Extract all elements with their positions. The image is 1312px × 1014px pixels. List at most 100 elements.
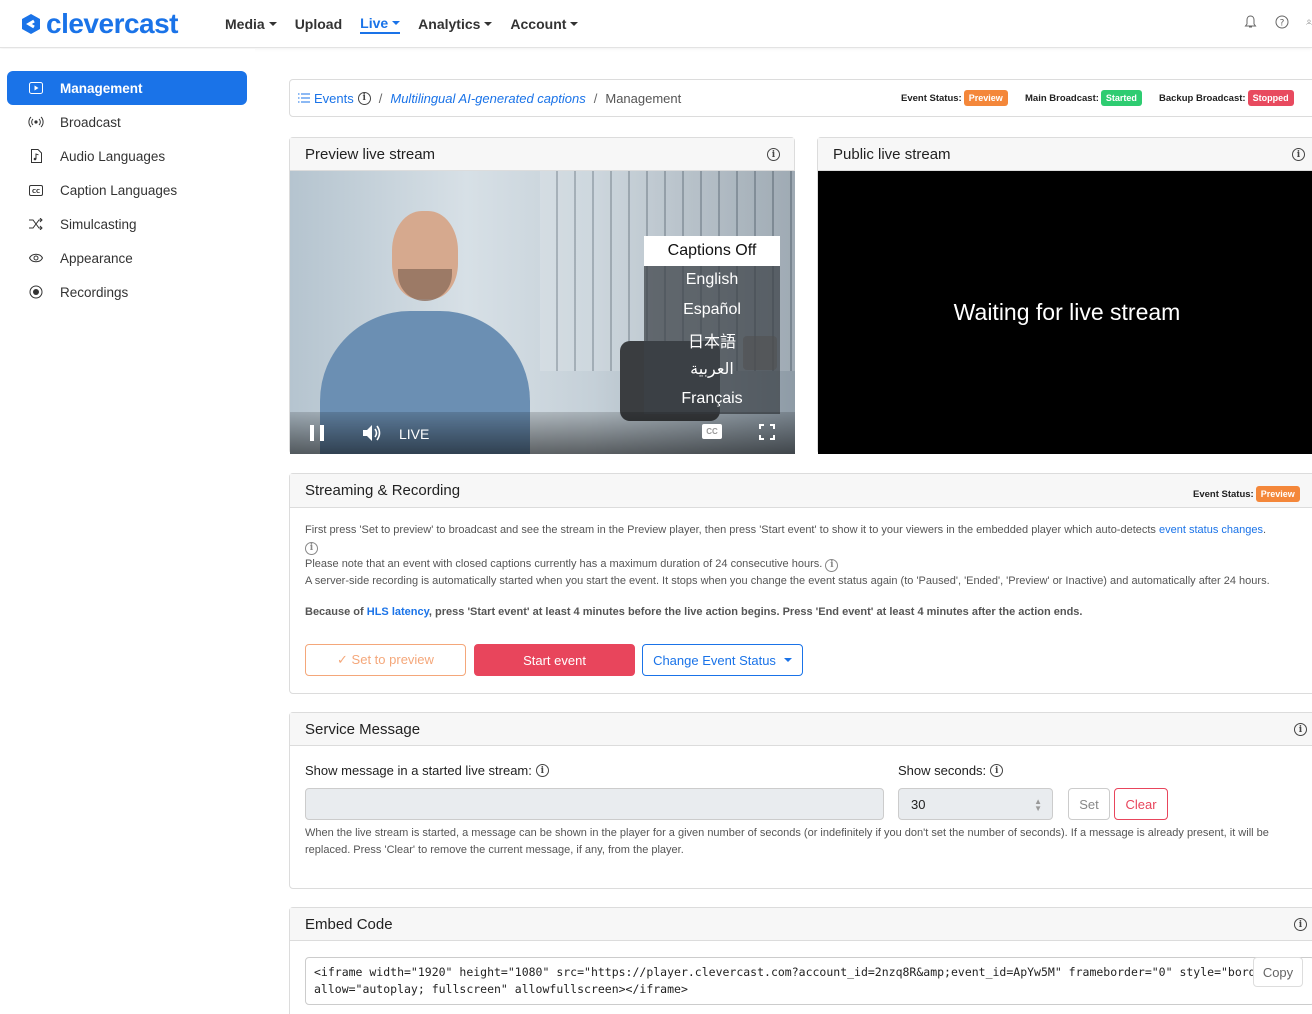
record-icon [28, 285, 44, 299]
seconds-value: 30 [911, 796, 926, 812]
breadcrumb-separator: / [378, 90, 383, 106]
sidebar-item-recordings[interactable]: Recordings [7, 275, 247, 309]
service-message-title: Service Message [305, 720, 421, 738]
info-icon[interactable]: i [990, 764, 1004, 777]
info-icon[interactable]: i [357, 91, 371, 105]
chevron-down-icon [268, 22, 277, 26]
public-video-player[interactable]: Waiting for live stream [818, 171, 1312, 454]
nav-analytics-label: Analytics [418, 16, 481, 32]
copy-button[interactable]: Copy [1253, 957, 1303, 987]
help-icon[interactable]: ? [1274, 14, 1290, 30]
cc-icon: CC [28, 183, 44, 197]
instruction-text: First press 'Set to preview' to broadcas… [305, 524, 1156, 536]
nav-account[interactable]: Account [510, 16, 579, 32]
stepper-icon[interactable]: ▲ ▼ [1034, 798, 1042, 813]
logo-mark-icon [22, 14, 40, 34]
nav-media-label: Media [225, 16, 265, 32]
nav-live-label: Live [360, 14, 389, 31]
start-event-button[interactable]: Start event [474, 644, 635, 676]
breadcrumb-events[interactable]: Events [314, 91, 354, 106]
streaming-recording-card: Streaming & Recording Event Status: Prev… [289, 473, 1312, 694]
nav-live[interactable]: Live [360, 14, 401, 34]
preview-stream-title: Preview live stream [305, 145, 436, 163]
instruction-text: . [1262, 524, 1267, 536]
broadcast-icon [28, 115, 44, 129]
main-broadcast-status: Main Broadcast: Started [1025, 90, 1142, 106]
bell-icon[interactable] [1242, 14, 1258, 30]
waiting-message: Waiting for live stream [953, 299, 1181, 325]
svg-text:CC: CC [32, 188, 40, 194]
brand-name: clevercast [46, 8, 179, 39]
user-icon[interactable] [1306, 14, 1312, 30]
sidebar: Management Broadcast Audio Languages CC … [0, 49, 255, 1014]
hls-latency-link[interactable]: HLS latency [367, 606, 429, 618]
nav-upload[interactable]: Upload [295, 16, 342, 32]
picture-in-picture-icon[interactable] [743, 336, 777, 370]
player-control-bar: LIVE CC [290, 412, 795, 454]
sidebar-item-simulcasting[interactable]: Simulcasting [7, 207, 247, 241]
breadcrumb: Events i / Multilingual AI-generated cap… [298, 91, 681, 106]
breadcrumb-event-name[interactable]: Multilingual AI-generated captions [390, 91, 585, 106]
instruction-line: Please note that an event with closed ca… [305, 556, 1303, 573]
top-icons: ? [1242, 14, 1312, 30]
set-message-button[interactable]: Set [1068, 788, 1110, 820]
service-message-header: Service Message i [290, 713, 1312, 746]
message-label-text: Show message in a started live stream: [305, 763, 532, 778]
info-icon[interactable]: i [767, 148, 780, 161]
preview-video-player[interactable]: Captions Off English Español 日本語 العربية… [290, 171, 795, 454]
info-icon[interactable]: i [305, 542, 318, 555]
captions-button[interactable]: CC [702, 424, 722, 439]
clear-message-button[interactable]: Clear [1114, 788, 1168, 820]
volume-icon[interactable] [362, 424, 382, 447]
preview-stream-header: Preview live stream i [290, 138, 794, 171]
pause-icon[interactable] [310, 425, 324, 441]
chevron-down-icon [484, 22, 493, 26]
streaming-recording-title: Streaming & Recording [305, 482, 461, 499]
sidebar-item-management[interactable]: Management [7, 71, 247, 105]
play-square-icon [28, 81, 44, 95]
live-indicator: LIVE [399, 426, 430, 442]
caption-option[interactable]: Captions Off [644, 236, 780, 266]
info-icon[interactable]: i [535, 764, 549, 777]
audio-file-icon [28, 149, 44, 163]
main-nav: Media Upload Live Analytics Account [225, 0, 596, 48]
info-icon[interactable]: i [1292, 148, 1305, 161]
sidebar-item-appearance[interactable]: Appearance [7, 241, 247, 275]
clevercast-logo[interactable]: clevercast [20, 8, 179, 40]
sidebar-item-label: Audio Languages [60, 148, 166, 164]
event-status-changes-link[interactable]: event status changes [1159, 524, 1263, 536]
nav-media[interactable]: Media [225, 16, 277, 32]
caption-option[interactable]: Français [644, 383, 780, 414]
seconds-input[interactable]: 30 ▲ ▼ [898, 788, 1053, 820]
embed-code-textarea[interactable]: <iframe width="1920" height="1080" src="… [305, 957, 1312, 1005]
info-icon[interactable]: i [825, 559, 839, 572]
sidebar-item-label: Appearance [60, 250, 133, 266]
change-event-status-button[interactable]: Change Event Status [642, 644, 803, 676]
event-status-badge: Preview [1255, 486, 1300, 502]
embed-code-line: allow="autoplay; fullscreen" allowfullsc… [314, 982, 688, 996]
list-icon [298, 93, 310, 103]
service-message-help: When the live stream is started, a messa… [305, 827, 1269, 856]
caption-option[interactable]: English [644, 265, 780, 296]
caption-option[interactable]: Español [644, 295, 780, 325]
shuffle-icon [28, 217, 44, 231]
sidebar-item-label: Management [60, 80, 143, 96]
sidebar-item-broadcast[interactable]: Broadcast [7, 105, 247, 139]
set-to-preview-button[interactable]: ✓ Set to preview [305, 644, 466, 676]
instruction-text: Please note that an event with closed ca… [305, 558, 823, 570]
public-stream-card: Public live stream i Waiting for live st… [817, 137, 1312, 454]
latency-note: Because of HLS latency, press 'Start eve… [305, 604, 1303, 621]
info-icon[interactable]: i [1294, 918, 1307, 931]
service-message-input[interactable] [305, 788, 884, 820]
nav-analytics[interactable]: Analytics [418, 16, 493, 32]
sidebar-item-label: Caption Languages [60, 182, 178, 198]
instruction-text: Because of [305, 606, 364, 618]
sidebar-item-label: Simulcasting [60, 216, 137, 232]
fullscreen-icon[interactable] [759, 424, 775, 440]
sidebar-item-audio-languages[interactable]: Audio Languages [7, 139, 247, 173]
captions-menu: Captions Off English Español 日本語 العربية… [644, 236, 780, 414]
streaming-recording-header: Streaming & Recording Event Status: Prev… [290, 474, 1312, 508]
embed-code-line: <iframe width="1920" height="1080" src="… [314, 965, 1270, 979]
sidebar-item-caption-languages[interactable]: CC Caption Languages [7, 173, 247, 207]
info-icon[interactable]: i [1294, 723, 1307, 736]
